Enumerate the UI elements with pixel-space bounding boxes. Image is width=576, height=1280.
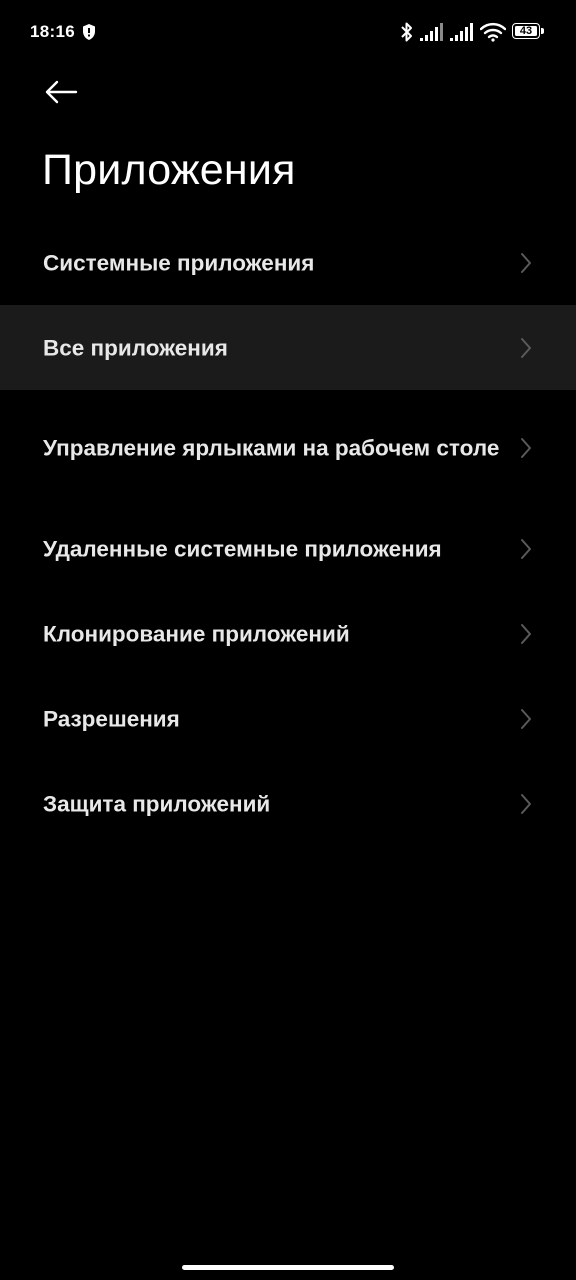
- chevron-right-icon: [521, 538, 531, 559]
- chevron-right-icon: [521, 438, 531, 458]
- wifi-icon: [480, 22, 506, 42]
- menu-item-desktop-shortcuts[interactable]: Управление ярлыками на рабочем столе: [0, 390, 576, 506]
- signal-icon: [450, 23, 473, 41]
- shield-icon: [83, 24, 95, 40]
- menu-item-label: Разрешения: [43, 706, 180, 731]
- chevron-right-icon: [521, 337, 531, 358]
- menu-item-permissions[interactable]: Разрешения: [0, 676, 576, 761]
- menu-item-app-cloning[interactable]: Клонирование приложений: [0, 591, 576, 676]
- menu-item-label: Удаленные системные приложения: [43, 536, 442, 561]
- status-time: 18:16: [30, 22, 75, 41]
- status-bar: 18:16 43: [0, 0, 576, 64]
- arrow-left-icon: [45, 80, 78, 104]
- status-icons: 43: [400, 18, 546, 46]
- page-title: Приложения: [42, 146, 296, 194]
- menu-item-label: Защита приложений: [43, 791, 271, 816]
- bluetooth-icon: [401, 22, 412, 42]
- back-button[interactable]: [36, 70, 86, 114]
- chevron-right-icon: [521, 708, 531, 729]
- signal-icon: [420, 23, 443, 41]
- menu-item-app-lock[interactable]: Защита приложений: [0, 761, 576, 846]
- menu-item-label: Клонирование приложений: [43, 621, 350, 646]
- menu-item-system-apps[interactable]: Системные приложения: [0, 220, 576, 305]
- gesture-nav-handle[interactable]: [182, 1265, 394, 1270]
- menu-item-removed-system-apps[interactable]: Удаленные системные приложения: [0, 506, 576, 591]
- settings-menu: Системные приложения Все приложения Упра…: [0, 220, 576, 846]
- chevron-right-icon: [521, 793, 531, 814]
- chevron-right-icon: [521, 623, 531, 644]
- menu-item-label: Управление ярлыками на рабочем столе: [43, 435, 500, 461]
- menu-item-label: Все приложения: [43, 335, 228, 360]
- battery-level: 43: [519, 25, 533, 37]
- battery-icon: 43: [512, 23, 546, 41]
- menu-item-all-apps[interactable]: Все приложения: [0, 305, 576, 390]
- menu-item-label: Системные приложения: [43, 250, 315, 275]
- chevron-right-icon: [521, 252, 531, 273]
